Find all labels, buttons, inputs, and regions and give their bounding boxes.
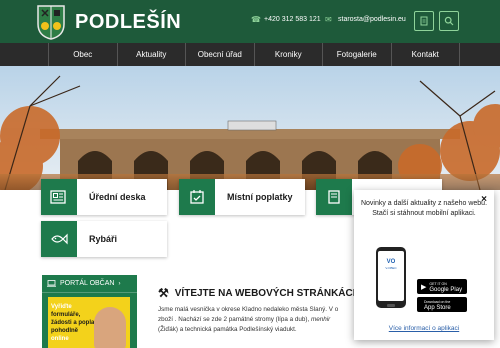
google-play-button[interactable]: ▶ GET IT ON Google Play [417, 279, 467, 294]
fish-icon [41, 221, 77, 257]
portal-banner-image[interactable]: Vyřiďte formuláře, žádosti a poplatky po… [48, 297, 130, 348]
document-button[interactable] [414, 11, 434, 31]
header-phone[interactable]: ☎ +420 312 583 121 [251, 15, 321, 24]
coat-of-arms-logo[interactable] [36, 4, 66, 40]
book-icon [316, 179, 352, 215]
nav-item-obec[interactable]: Obec [48, 43, 117, 66]
site-brand[interactable]: PODLEŠÍN [75, 11, 181, 34]
welcome-heading: ⚒ VÍTEJTE NA WEBOVÝCH STRÁNKÁCH [158, 286, 360, 300]
portal-banner-person [94, 307, 126, 348]
nav-item-obecni-urad[interactable]: Obecní úřad [185, 43, 254, 66]
tile-mistni-poplatky[interactable]: Místní poplatky [179, 179, 305, 215]
phone-number: +420 312 583 121 [264, 16, 321, 23]
app-info-link[interactable]: Více informací o aplikaci [354, 325, 494, 332]
search-icon [444, 16, 454, 26]
welcome-line-text: zboží . Nachází se zde 2 památné stromy … [158, 316, 310, 323]
welcome-line-2: zboží . Nachází se zde 2 památné stromy … [158, 315, 358, 325]
portal-header[interactable]: PORTÁL OBČAN › [42, 275, 137, 293]
portal-title: PORTÁL OBČAN [60, 280, 115, 287]
welcome-line: (Žiďák) a technická památka Podlešínský … [158, 326, 297, 333]
google-play-label: Google Play [429, 286, 463, 293]
search-button[interactable] [439, 11, 459, 31]
phone-icon: ☎ [251, 15, 261, 24]
tile-label: Úřední deska [89, 192, 146, 202]
chevron-right-icon: › [118, 280, 121, 287]
laptop-icon [47, 280, 56, 287]
document-icon [420, 16, 428, 26]
nav-item-kroniky[interactable]: Kroniky [253, 43, 323, 66]
hero-photo-viaduct [0, 66, 500, 190]
app-store-button[interactable]: Download on the App Store [417, 297, 467, 312]
hammer-pick-icon: ⚒ [158, 286, 169, 300]
popup-text-line: Novinky a další aktuality z našeho webu. [360, 200, 488, 207]
vobec-logo-icon: VO [386, 259, 396, 265]
welcome-title-text: VÍTEJTE NA WEBOVÝCH STRÁNKÁCH [174, 287, 360, 299]
popup-text-line: Stačí si stáhnout mobilní aplikaci. [372, 210, 476, 217]
tile-label: Rybáři [89, 234, 118, 244]
tile-rybari[interactable]: Rybáři [41, 221, 167, 257]
phone-mockup-image: VO V-OBEC [376, 247, 406, 308]
nav-item-aktuality[interactable]: Aktuality [116, 43, 186, 66]
app-store-label: App Store [424, 304, 451, 311]
tile-uredni-deska[interactable]: Úřední deska [41, 179, 167, 215]
tile-label: Místní poplatky [227, 192, 293, 202]
welcome-paragraph: Jsme malá vesnička v okrese Kladno nedal… [158, 305, 358, 335]
nav-item-kontakt[interactable]: Kontakt [390, 43, 460, 66]
welcome-link-menhir[interactable]: menhir [311, 316, 330, 323]
email-address: starosta@podlesin.eu [338, 16, 406, 23]
mobile-app-popup: × Novinky a další aktuality z našeho web… [354, 190, 494, 340]
envelope-icon: ✉ [325, 15, 332, 24]
calendar-check-icon [179, 179, 215, 215]
header-email[interactable]: ✉ starosta@podlesin.eu [325, 15, 406, 24]
welcome-line: Jsme malá vesnička v okrese Kladno nedal… [158, 306, 339, 313]
popup-text: Novinky a další aktuality z našeho webu.… [360, 199, 488, 219]
google-play-icon: ▶ [421, 283, 427, 291]
site-header: PODLEŠÍN ☎ +420 312 583 121 ✉ starosta@p… [0, 0, 500, 43]
nav-item-fotogalerie[interactable]: Fotogalerie [322, 43, 391, 66]
phone-brand-text: V-OBEC [385, 266, 397, 270]
main-nav: Obec Aktuality Obecní úřad Kroniky Fotog… [0, 43, 500, 66]
newspaper-icon [41, 179, 77, 215]
portal-obcan-widget[interactable]: PORTÁL OBČAN › Vyřiďte formuláře, žádost… [42, 275, 137, 348]
